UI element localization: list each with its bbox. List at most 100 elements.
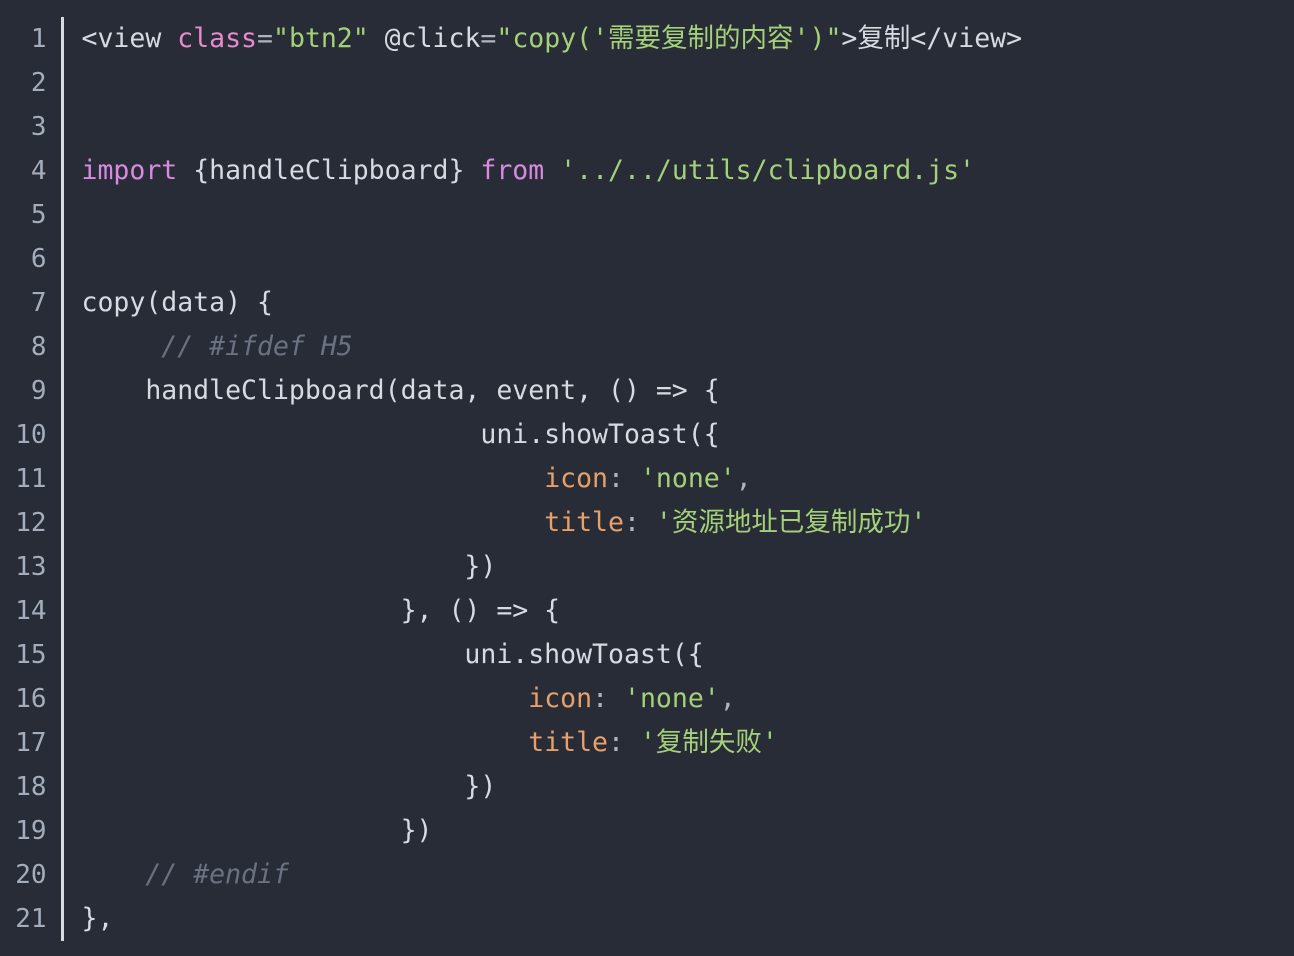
code-line-row[interactable]: 4 import {handleClipboard} from '../../ut… <box>0 149 1294 193</box>
code-line-row[interactable]: 11 icon: 'none', <box>0 457 1294 501</box>
code-line-content: title: '复制失败' <box>82 721 1294 765</box>
code-line-content: icon: 'none', <box>82 457 1294 501</box>
code-line-row[interactable]: 19 }) <box>0 809 1294 853</box>
code-line-content: handleClipboard(data, event, () => { <box>82 369 1294 413</box>
line-number: 11 <box>15 464 47 494</box>
code-line-text[interactable]: }, () => { <box>60 589 1294 633</box>
code-line-row[interactable]: 18 }) <box>0 765 1294 809</box>
code-token: <view <box>81 23 178 54</box>
code-line-content: title: '资源地址已复制成功' <box>82 501 1294 545</box>
code-line-row[interactable]: 21}, <box>0 897 1294 941</box>
code-line-content: ​ <box>82 105 1294 149</box>
code-line-content: }) <box>82 765 1294 809</box>
code-line-text[interactable]: }) <box>60 765 1294 809</box>
line-number: 3 <box>30 112 47 142</box>
code-line-content: }, () => { <box>82 589 1294 633</box>
code-token: , <box>719 683 736 714</box>
code-line-row[interactable]: 7 copy(data) { <box>0 281 1294 325</box>
code-token: icon <box>544 463 609 494</box>
code-line-text[interactable]: ​ <box>60 193 1294 237</box>
code-line-row[interactable]: 6​ <box>0 237 1294 281</box>
code-line-text[interactable]: title: '复制失败' <box>60 721 1294 765</box>
line-number: 19 <box>15 816 47 846</box>
code-token: // #ifdef H5 <box>161 331 353 362</box>
code-token: copy(data) { <box>81 287 273 318</box>
code-line-text[interactable]: ​ <box>60 61 1294 105</box>
line-number: 1 <box>30 24 47 54</box>
line-number: 2 <box>30 68 47 98</box>
code-line-row[interactable]: 20 // #endif <box>0 853 1294 897</box>
code-token: "btn2" <box>272 23 369 54</box>
code-line-text[interactable]: }) <box>60 809 1294 853</box>
line-number: 10 <box>15 420 47 450</box>
code-line-text[interactable]: copy(data) { <box>60 281 1294 325</box>
line-number: 21 <box>15 904 47 934</box>
code-line-content: ​ <box>82 61 1294 105</box>
code-line-row[interactable]: 8 // #ifdef H5 <box>0 325 1294 369</box>
line-number: 18 <box>15 772 47 802</box>
line-number: 15 <box>15 640 47 670</box>
code-line-text[interactable]: }, <box>60 897 1294 941</box>
code-line-row[interactable]: 17 title: '复制失败' <box>0 721 1294 765</box>
code-line-content: import {handleClipboard} from '../../uti… <box>82 149 1294 193</box>
code-line-row[interactable]: 2​ <box>0 61 1294 105</box>
code-token: : <box>623 507 640 538</box>
code-token: }, () => { <box>81 595 561 626</box>
code-line-content: ​ <box>82 193 1294 237</box>
code-line-text[interactable]: ​ <box>60 237 1294 281</box>
code-line-row[interactable]: 10 uni.showToast({ <box>0 413 1294 457</box>
code-line-row[interactable]: 9 handleClipboard(data, event, () => { <box>0 369 1294 413</box>
code-line-row[interactable]: 15 uni.showToast({ <box>0 633 1294 677</box>
code-lines-table: 1 <view class="btn2" @click="copy('需要复制的内… <box>0 17 1294 941</box>
code-block[interactable]: 1 <view class="btn2" @click="copy('需要复制的内… <box>0 0 1294 956</box>
line-number: 9 <box>30 376 47 406</box>
code-token: 'none' <box>624 683 720 714</box>
code-token: , <box>735 463 752 494</box>
code-line-text[interactable]: <view class="btn2" @click="copy('需要复制的内容… <box>60 17 1294 61</box>
code-line-text[interactable]: icon: 'none', <box>60 457 1294 501</box>
code-line-text[interactable]: uni.showToast({ <box>60 633 1294 677</box>
code-token: : <box>592 683 609 714</box>
code-line-text[interactable]: import {handleClipboard} from '../../uti… <box>60 149 1294 193</box>
code-line-text[interactable]: ​ <box>60 105 1294 149</box>
line-number: 14 <box>15 596 47 626</box>
code-line-text[interactable]: title: '资源地址已复制成功' <box>60 501 1294 545</box>
code-line-row[interactable]: 13 }) <box>0 545 1294 589</box>
code-token: : <box>608 727 624 758</box>
code-line-row[interactable]: 1 <view class="btn2" @click="copy('需要复制的内… <box>0 17 1294 61</box>
code-line-row[interactable]: 14 }, () => { <box>0 589 1294 633</box>
code-line-row[interactable]: 5​ <box>0 193 1294 237</box>
code-token: // #endif <box>145 859 289 890</box>
code-token: >复制</view> <box>841 23 1023 54</box>
code-line-row[interactable]: 16 icon: 'none', <box>0 677 1294 721</box>
code-token: import <box>81 155 178 186</box>
code-line-content: // #endif <box>82 853 1294 897</box>
code-line-text[interactable]: uni.showToast({ <box>60 413 1294 457</box>
code-line-content: // #ifdef H5 <box>82 325 1294 369</box>
code-line-content: icon: 'none', <box>82 677 1294 721</box>
code-line-text[interactable]: handleClipboard(data, event, () => { <box>60 369 1294 413</box>
code-token: handleClipboard(data, event, () => { <box>81 375 720 406</box>
line-number: 4 <box>30 156 47 186</box>
code-token: title <box>528 727 609 758</box>
code-token: {handleClipboard} <box>177 155 481 186</box>
code-line-row[interactable]: 12 title: '资源地址已复制成功' <box>0 501 1294 545</box>
code-token: }) <box>81 551 497 582</box>
code-line-text[interactable]: // #endif <box>60 853 1294 897</box>
line-number: 20 <box>15 860 47 890</box>
code-line-text[interactable]: // #ifdef H5 <box>60 325 1294 369</box>
code-line-row[interactable]: 3​ <box>0 105 1294 149</box>
code-token: '../../utils/clipboard.js' <box>560 155 975 186</box>
code-line-text[interactable]: }) <box>60 545 1294 589</box>
code-line-content: ​ <box>82 237 1294 281</box>
code-token: uni.showToast({ <box>81 639 704 670</box>
code-line-content: }) <box>82 545 1294 589</box>
code-token: class <box>177 23 258 54</box>
code-line-text[interactable]: icon: 'none', <box>60 677 1294 721</box>
